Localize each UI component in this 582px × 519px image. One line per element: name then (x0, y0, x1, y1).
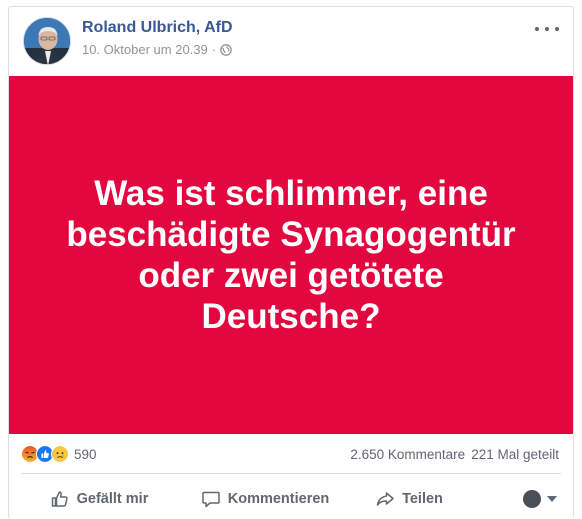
like-button[interactable]: Gefällt mir (21, 483, 177, 515)
action-bar: Gefällt mir Kommentieren Teilen (9, 479, 573, 519)
more-options-icon[interactable] (535, 23, 559, 35)
meta-separator: · (211, 42, 217, 57)
profile-avatar-icon (523, 490, 541, 508)
sad-reaction-icon (51, 445, 69, 463)
share-button-label: Teilen (402, 491, 443, 507)
reactions-bar: 590 2.650 Kommentare 221 Mal geteilt (9, 439, 573, 469)
reaction-count: 590 (74, 446, 97, 462)
comment-icon (201, 491, 220, 508)
comment-count-link[interactable]: 2.650 Kommentare (350, 447, 465, 462)
thumbs-up-icon (51, 491, 68, 507)
profile-switcher[interactable] (523, 490, 557, 508)
avatar-image (24, 18, 70, 64)
globe-icon[interactable] (220, 43, 232, 56)
post-image-text: Was ist schlimmer, eine beschädigte Syna… (66, 174, 516, 336)
reaction-summary[interactable]: 590 (21, 445, 97, 463)
share-button[interactable]: Teilen (353, 483, 465, 515)
chevron-down-icon (547, 496, 557, 502)
post-image[interactable]: Was ist schlimmer, eine beschädigte Syna… (9, 76, 573, 434)
author-avatar[interactable] (23, 17, 71, 65)
post-header: Roland Ulbrich, AfD 10. Oktober um 20.39… (9, 7, 573, 75)
like-button-label: Gefällt mir (76, 491, 149, 507)
share-count-link[interactable]: 221 Mal geteilt (471, 447, 559, 462)
post-meta: 10. Oktober um 20.39 · (82, 42, 232, 57)
share-icon (376, 492, 394, 506)
author-name[interactable]: Roland Ulbrich, AfD (82, 19, 233, 37)
divider (21, 473, 561, 474)
comment-button-label: Kommentieren (227, 491, 330, 507)
comment-button[interactable]: Kommentieren (187, 483, 343, 515)
post-timestamp[interactable]: 10. Oktober um 20.39 (82, 42, 208, 57)
post-stats: 2.650 Kommentare 221 Mal geteilt (350, 447, 559, 462)
post-card: Roland Ulbrich, AfD 10. Oktober um 20.39… (8, 6, 574, 519)
